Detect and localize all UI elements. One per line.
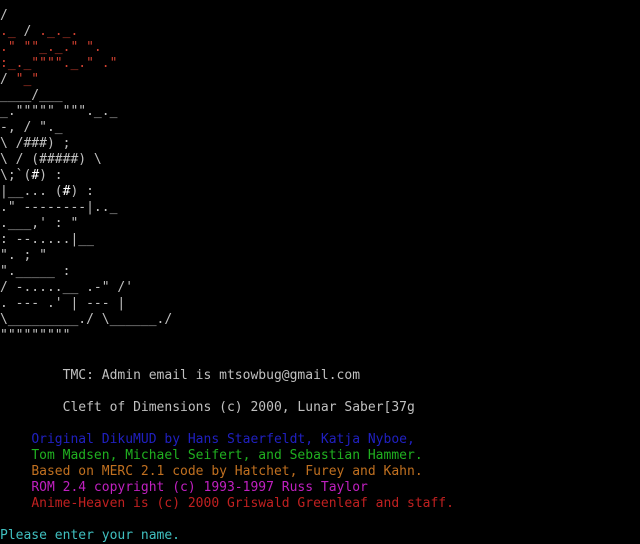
art-line: """"""""" xyxy=(0,328,172,344)
art-segment: \_________./ \______./ xyxy=(0,312,173,327)
art-line: ._ / ._._. xyxy=(0,24,172,40)
game-title-line: Cleft of Dimensions (c) 2000, Lunar Sabe… xyxy=(0,400,415,416)
art-segment: ____/___ xyxy=(0,88,63,103)
art-line: .___,' : " xyxy=(0,216,172,232)
art-line: \;`(#) : xyxy=(0,168,172,184)
art-line: . --- .' | --- | xyxy=(0,296,172,312)
art-segment: :_._""""._." ." xyxy=(0,56,118,71)
art-line: / -.....__ .-" /' xyxy=(0,280,172,296)
art-line: :_._""""._." ." xyxy=(0,56,172,72)
art-segment: # xyxy=(31,168,40,183)
art-segment: -, / "._ xyxy=(0,120,63,135)
art-segment: _.""""" """._._ xyxy=(0,104,118,119)
art-segment: .___,' : " xyxy=(0,216,79,231)
art-segment: ) : xyxy=(39,168,63,183)
art-line: "._____ : xyxy=(0,264,172,280)
credit-line-diku-authors: Tom Madsen, Michael Seifert, and Sebasti… xyxy=(0,448,454,464)
credit-text: Based on MERC 2.1 code by Hatchet, Furey… xyxy=(31,464,423,479)
credit-text: Anime-Heaven is (c) 2000 Griswald Greenl… xyxy=(31,496,454,511)
credit-text: Original DikuMUD by Hans Staerfeldt, Kat… xyxy=(31,432,415,447)
credits-block: Original DikuMUD by Hans Staerfeldt, Kat… xyxy=(0,432,454,512)
art-segment: / xyxy=(0,72,8,87)
art-line: |__... (#) : xyxy=(0,184,172,200)
credit-text: ROM 2.4 copyright (c) 1993-1997 Russ Tay… xyxy=(31,480,368,495)
art-segment: . --- .' | --- | xyxy=(0,296,126,311)
art-segment: / -.....__ .-" /' xyxy=(0,280,134,295)
art-line: ." --------|.._ xyxy=(0,200,172,216)
art-segment: "._____ : xyxy=(0,264,71,279)
game-title-text: Cleft of Dimensions (c) 2000, Lunar Sabe… xyxy=(62,400,415,415)
terminal-window[interactable]: / ._ / ._._. ." ""_._." ". :_._""""._." … xyxy=(0,0,640,544)
admin-email-line: TMC: Admin email is mtsowbug@gmail.com xyxy=(0,368,360,384)
art-line: : --.....|__ xyxy=(0,232,172,248)
art-segment: ." --------|.._ xyxy=(0,200,118,215)
art-segment: ." ""_._." ". xyxy=(0,40,102,55)
art-segment: / xyxy=(0,8,8,23)
art-line: ." ""_._." ". xyxy=(0,40,172,56)
credit-line-merc: Based on MERC 2.1 code by Hatchet, Furey… xyxy=(0,464,454,480)
art-segment: \ /###) ; xyxy=(0,136,71,151)
art-line: \_________./ \______./ xyxy=(0,312,172,328)
art-segment: |__... ( xyxy=(0,184,63,199)
art-line: ____/___ xyxy=(0,88,172,104)
art-segment: ._._. xyxy=(31,24,79,39)
name-prompt[interactable]: Please enter your name. xyxy=(0,528,180,544)
art-line: -, / "._ xyxy=(0,120,172,136)
credit-line-diku: Original DikuMUD by Hans Staerfeldt, Kat… xyxy=(0,432,454,448)
art-line: ". ; " xyxy=(0,248,172,264)
ascii-art-logo: / ._ / ._._. ." ""_._." ". :_._""""._." … xyxy=(0,8,172,344)
art-line: / xyxy=(0,8,172,24)
art-line: _.""""" """._._ xyxy=(0,104,172,120)
art-segment: \;`( xyxy=(0,168,32,183)
art-segment: """"""""" xyxy=(0,328,71,343)
art-line: / "_" xyxy=(0,72,172,88)
art-segment: : --.....|__ xyxy=(0,232,94,247)
credit-line-anime-heaven: Anime-Heaven is (c) 2000 Griswald Greenl… xyxy=(0,496,454,512)
admin-email-text: TMC: Admin email is mtsowbug@gmail.com xyxy=(62,368,361,383)
art-segment: ". ; " xyxy=(0,248,47,263)
credit-line-rom: ROM 2.4 copyright (c) 1993-1997 Russ Tay… xyxy=(0,480,454,496)
name-prompt-text: Please enter your name. xyxy=(0,528,181,543)
art-segment: \ / (#####) \ xyxy=(0,152,102,167)
art-segment: "_" xyxy=(7,72,40,87)
art-segment: ) : xyxy=(70,184,94,199)
art-line: \ / (#####) \ xyxy=(0,152,172,168)
credit-text: Tom Madsen, Michael Seifert, and Sebasti… xyxy=(31,448,423,463)
art-line: \ /###) ; xyxy=(0,136,172,152)
art-segment: ._ xyxy=(0,24,24,39)
